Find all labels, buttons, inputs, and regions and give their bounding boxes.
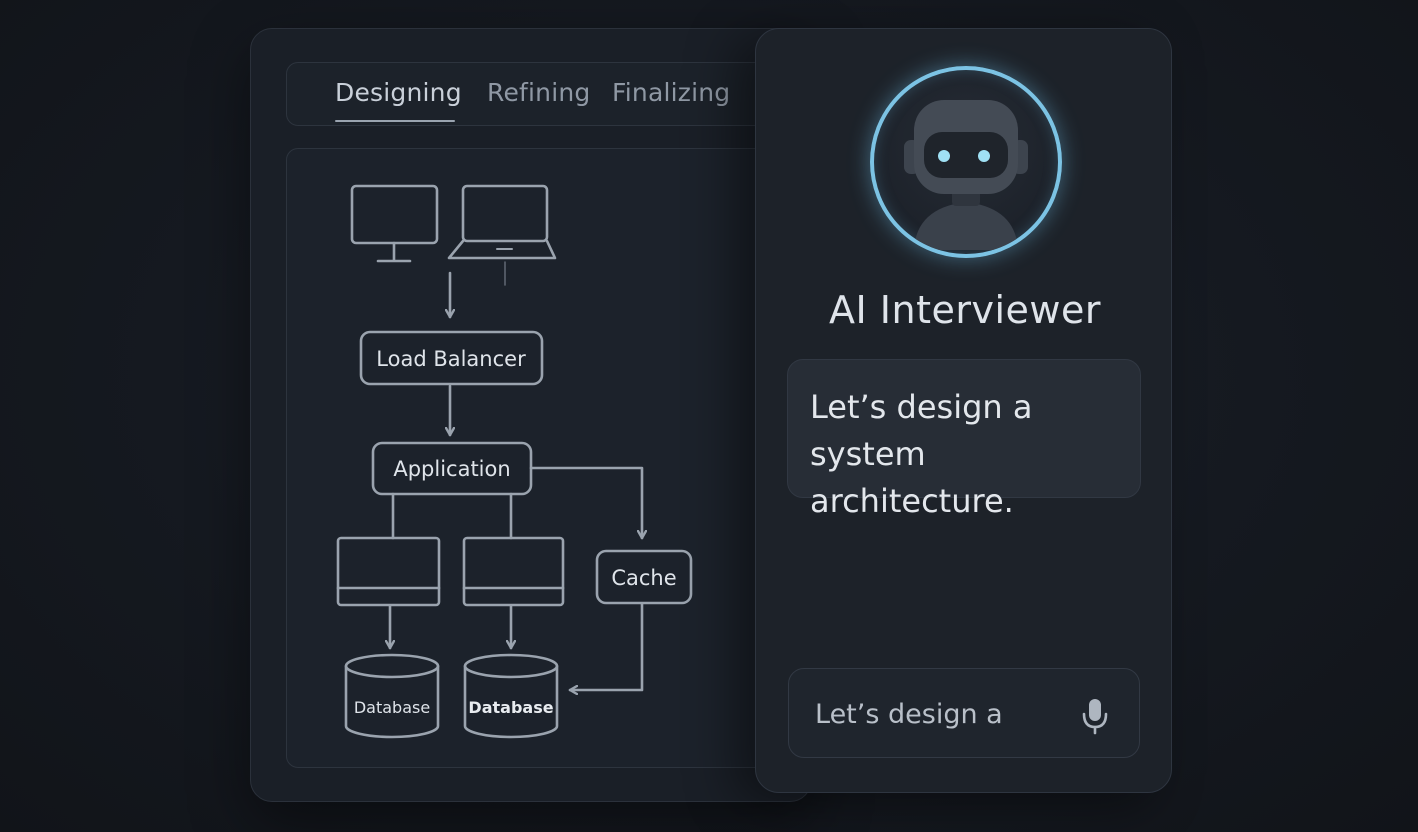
interviewer-avatar — [870, 66, 1062, 258]
architecture-diagram: Load Balancer Application Cache Database… — [336, 184, 693, 739]
laptop-icon — [447, 184, 557, 286]
server-icon[interactable] — [336, 536, 441, 607]
cache-label: Cache — [611, 566, 676, 590]
load-balancer-label: Load Balancer — [376, 347, 526, 371]
robot-icon — [904, 100, 1028, 250]
database-1-label: Database — [354, 698, 430, 717]
interviewer-message-bubble: Let’s design a system architecture. — [787, 359, 1141, 520]
database-2-label: Database — [468, 698, 553, 717]
response-input-container — [788, 668, 1140, 758]
edge-application-to-cache — [529, 466, 642, 540]
interviewer-title: AI Interviewer — [829, 288, 1101, 332]
application-label: Application — [393, 457, 510, 481]
server-icon[interactable] — [462, 536, 565, 607]
microphone-icon[interactable] — [1081, 697, 1109, 735]
database-icon[interactable] — [463, 653, 559, 739]
edge-cache-to-database-2 — [568, 602, 644, 690]
response-input[interactable] — [813, 691, 1067, 737]
desktop-monitor-icon — [350, 184, 439, 263]
database-icon[interactable] — [344, 653, 440, 739]
